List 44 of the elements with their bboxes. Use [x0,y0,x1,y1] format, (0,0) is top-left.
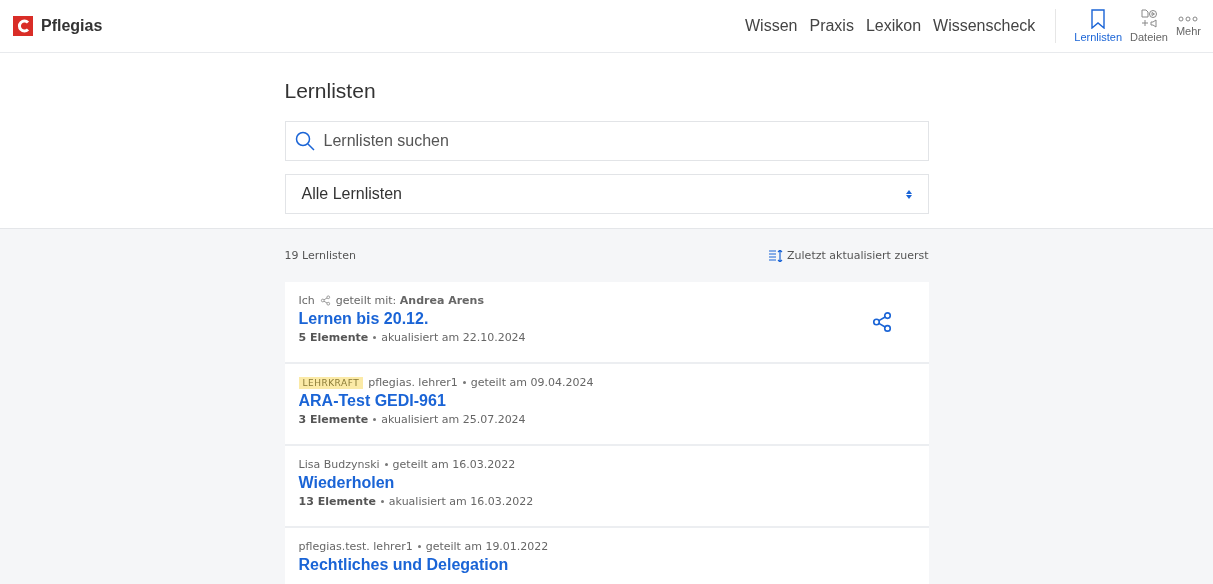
owner-name: pflegias.test. lehrer1 [298,540,413,553]
element-count: 3 Elemente [298,413,369,426]
page-title: Lernlisten [284,79,377,103]
updated-date: akualisiert am 25.07.2024 [381,413,526,426]
updated-date: akualisiert am 22.10.2024 [381,331,526,344]
owner-name: Lisa Budzynski [298,458,380,471]
list-title[interactable]: Rechtliches und Delegation [298,556,915,574]
updated-date: akualisiert am 16.03.2022 [388,495,534,508]
learning-list-card[interactable]: Lisa Budzynski geteilt am 16.03.2022 Wiederholen 13 Elemente akualisiert am 16.03.2022 [284,446,929,528]
element-count: 13 Elemente [298,495,376,508]
list-title[interactable]: Lernen bis 20.12. [298,310,871,328]
search-field[interactable]: Lernlisten suchen [284,121,929,161]
shared-date: geteilt am 19.01.2022 [425,540,549,553]
toolbar-button[interactable]: Dateien [1126,9,1172,43]
role-badge: LEHRKRAFT [298,376,364,389]
toolbar-button[interactable]: Mehr [1171,15,1205,37]
brand-name: Pflegias [41,17,103,35]
nav-link[interactable]: Wissen [745,17,798,35]
share-button[interactable] [870,311,893,333]
list-title[interactable]: Wiederholen [298,474,915,492]
learning-list-card[interactable]: pflegias.test. lehrer1 geteilt am 19.01.2022 Rechtliches und Delegation [284,528,929,584]
share-icon [870,311,893,333]
owner-name: pflegias. lehrer1 [368,376,458,389]
sort-button[interactable]: Zuletzt aktualisiert zuerst [769,249,929,262]
share-icon [319,295,331,306]
bookmark-icon [1091,9,1106,29]
shared-date: geteilt am 09.04.2024 [470,376,594,389]
list-title[interactable]: ARA-Test GEDI-961 [298,392,915,410]
list-filter-dropdown[interactable]: Alle Lernlisten [284,174,929,214]
more-icon [1178,15,1199,23]
learning-list-card[interactable]: LEHRKRAFT pflegias. lehrer1 geteilt am 09.04.2024 ARA-Test GEDI-961 3 Elemente akualisiert am 25.07.2024 [284,364,929,446]
owner-name: Ich [298,294,315,307]
shared-with-text: geteilt mit: Andrea Arens [335,294,484,307]
list-count: 19 Lernlisten [284,249,356,262]
nav-link[interactable]: Praxis [809,17,854,35]
nav-link[interactable]: Wissenscheck [933,17,1036,35]
shared-date: geteilt am 16.03.2022 [392,458,516,471]
sort-icon [769,249,784,262]
learning-list-card[interactable]: Ich geteilt mit: Andrea Arens Lernen bis 20.12. 5 Elemente akualisiert am 22.10.2024 [284,282,929,364]
toolbar-button[interactable]: Lernlisten [1070,9,1126,43]
logo-icon[interactable] [13,16,33,36]
nav-link[interactable]: Lexikon [865,17,922,35]
element-count: 5 Elemente [298,331,369,344]
sort-caret-icon [905,189,912,199]
